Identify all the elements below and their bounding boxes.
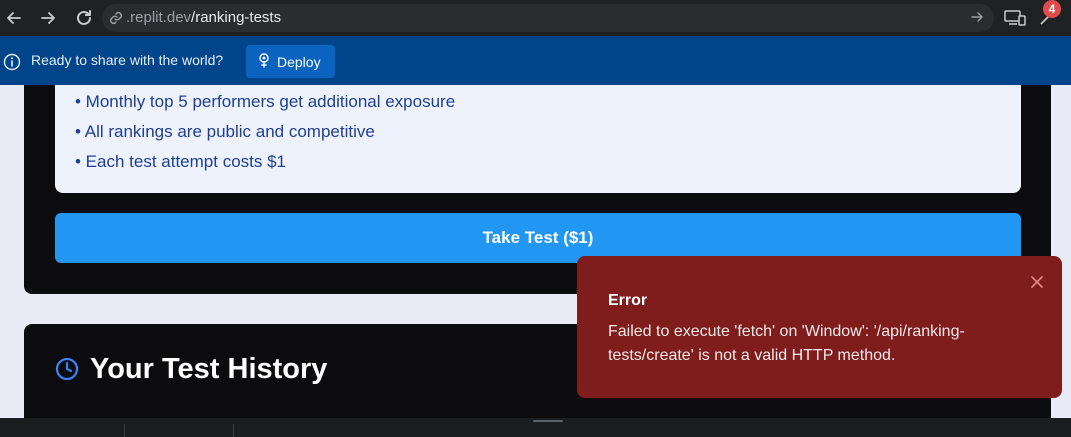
deploy-button[interactable]: Deploy bbox=[246, 45, 335, 78]
url-domain: .replit.dev bbox=[126, 9, 192, 26]
close-icon[interactable] bbox=[1027, 272, 1047, 292]
browser-toolbar: .replit.dev/ranking-tests 4 bbox=[0, 0, 1071, 36]
deploy-label: Deploy bbox=[277, 53, 321, 70]
rule-item: • All rankings are public and competitiv… bbox=[75, 122, 375, 141]
url-text: .replit.dev/ranking-tests bbox=[126, 9, 281, 26]
bottom-bar bbox=[0, 418, 1071, 437]
rule-item: • Monthly top 5 performers get additiona… bbox=[75, 92, 456, 111]
reload-icon[interactable] bbox=[71, 5, 97, 31]
info-icon bbox=[3, 53, 21, 76]
go-icon[interactable] bbox=[970, 10, 984, 29]
rule-item: • Each test attempt costs $1 bbox=[75, 152, 286, 171]
forward-icon[interactable] bbox=[35, 5, 61, 31]
toast-title: Error bbox=[608, 292, 648, 309]
clock-icon bbox=[55, 357, 79, 386]
deploy-banner: Ready to share with the world? Deploy bbox=[0, 36, 1071, 85]
divider bbox=[233, 424, 234, 437]
banner-message: Ready to share with the world? bbox=[31, 52, 224, 68]
devices-icon[interactable] bbox=[1002, 5, 1028, 31]
url-path: /ranking-tests bbox=[191, 9, 282, 26]
deploy-icon bbox=[257, 52, 271, 71]
error-toast: Error Failed to execute 'fetch' on 'Wind… bbox=[577, 256, 1062, 398]
toast-message: Failed to execute 'fetch' on 'Window': '… bbox=[608, 323, 965, 364]
divider bbox=[124, 424, 125, 437]
history-title: Your Test History bbox=[90, 353, 328, 385]
link-icon bbox=[108, 10, 124, 31]
resize-handle[interactable] bbox=[533, 420, 563, 422]
extension-badge: 4 bbox=[1043, 0, 1061, 18]
back-icon[interactable] bbox=[1, 5, 27, 31]
address-bar[interactable]: .replit.dev/ranking-tests bbox=[102, 4, 994, 32]
